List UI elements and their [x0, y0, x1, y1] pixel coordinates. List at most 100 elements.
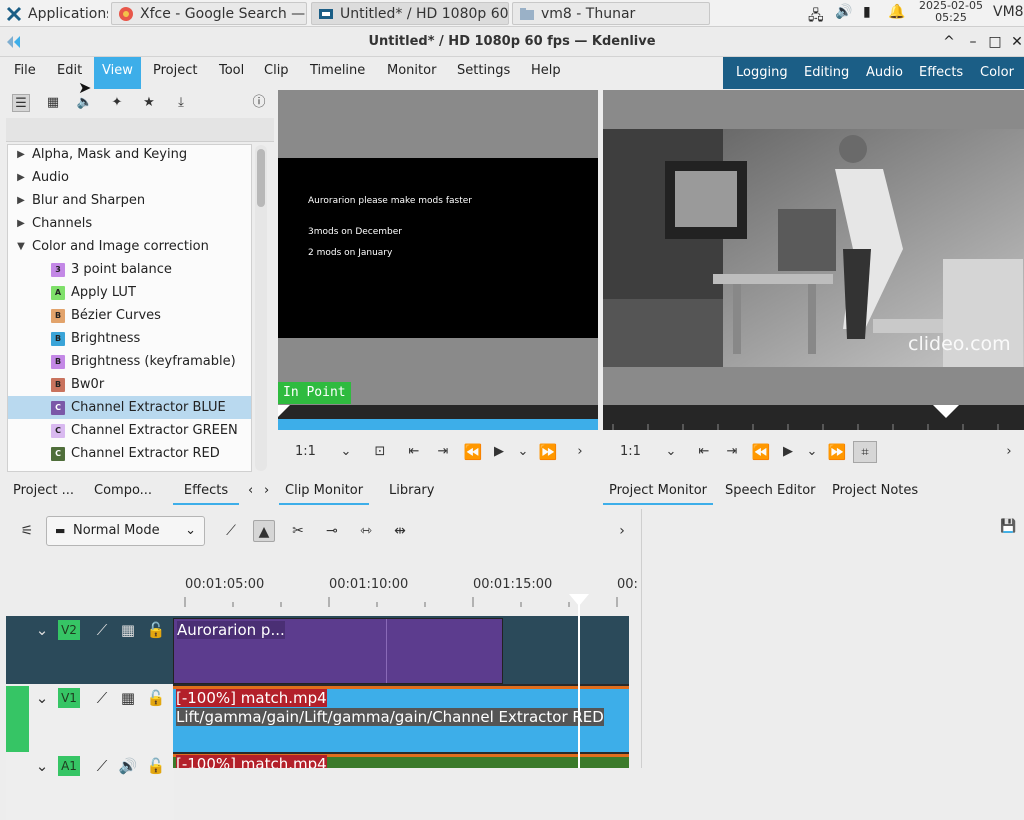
- lock-icon[interactable]: 🔓: [146, 620, 166, 640]
- menu-help[interactable]: Help: [523, 57, 569, 85]
- maximize-button[interactable]: □: [986, 33, 1004, 51]
- lock-icon[interactable]: 🔓: [146, 756, 166, 776]
- keep-above-button[interactable]: ^: [940, 33, 958, 51]
- chevron-down-icon[interactable]: ⌄: [339, 441, 353, 463]
- layout-logging[interactable]: Logging: [736, 57, 788, 89]
- download-icon[interactable]: ⤓: [172, 94, 190, 112]
- tab-compositions[interactable]: Compo...: [88, 479, 158, 505]
- minimize-button[interactable]: –: [964, 33, 982, 51]
- timeline-clip-a1[interactable]: [-100%] match.mp4: [173, 754, 629, 768]
- set-out-icon[interactable]: ⇥: [723, 441, 741, 463]
- razor-tool-icon[interactable]: ✂: [287, 520, 309, 542]
- set-in-icon[interactable]: ⇤: [405, 441, 423, 463]
- project-monitor[interactable]: clideo.com: [603, 90, 1024, 430]
- video-effects-icon[interactable]: ▦: [44, 94, 62, 112]
- task-kdenlive[interactable]: Untitled* / HD 1080p 60...: [311, 2, 509, 25]
- custom-effects-icon[interactable]: ✦: [108, 94, 126, 112]
- menu-view[interactable]: View: [94, 57, 141, 89]
- scrollbar-thumb[interactable]: [257, 149, 265, 207]
- category-color-correction[interactable]: ▼ Color and Image correction: [8, 235, 251, 258]
- effect-item[interactable]: 3 3 point balance: [8, 258, 251, 281]
- ripple-tool-icon[interactable]: ⇹: [389, 520, 411, 542]
- info-icon[interactable]: ⓘ: [250, 94, 268, 112]
- layout-editing[interactable]: Editing: [804, 57, 849, 89]
- effects-wand-icon[interactable]: ⟋: [92, 620, 112, 640]
- menu-tool[interactable]: Tool: [211, 57, 252, 85]
- chevron-right-icon[interactable]: ›: [573, 441, 587, 463]
- menu-settings[interactable]: Settings: [449, 57, 518, 85]
- timeline-playhead[interactable]: [578, 598, 580, 768]
- clip-zoom-value[interactable]: 1:1: [295, 441, 316, 463]
- tab-speech-editor[interactable]: Speech Editor: [719, 479, 822, 505]
- chevron-right-icon[interactable]: ›: [611, 520, 633, 542]
- crop-icon[interactable]: ⌗: [853, 441, 877, 463]
- effect-item[interactable]: B Brightness: [8, 327, 251, 350]
- speaker-icon[interactable]: 🔊: [118, 756, 138, 776]
- spacer-tool-icon[interactable]: ⊸: [321, 520, 343, 542]
- fast-forward-icon[interactable]: ⏩: [537, 441, 559, 463]
- timeline-clip-v2[interactable]: Aurorarion p...: [173, 618, 503, 684]
- selection-tool-icon[interactable]: ▲: [253, 520, 275, 542]
- effects-search-input[interactable]: [6, 118, 274, 142]
- film-icon[interactable]: ▦: [118, 620, 138, 640]
- effects-wand-icon[interactable]: ⟋: [92, 756, 112, 776]
- track-header-v1[interactable]: ⌄ V1 ⟋ ▦ 🔓: [6, 684, 174, 752]
- effect-item-selected[interactable]: C Channel Extractor BLUE: [8, 396, 251, 419]
- project-zoom-value[interactable]: 1:1: [620, 441, 641, 463]
- play-icon[interactable]: ▶: [779, 441, 797, 463]
- menu-file[interactable]: File: [6, 57, 44, 85]
- network-icon[interactable]: 🖧: [808, 5, 824, 29]
- effect-item[interactable]: A Apply LUT: [8, 281, 251, 304]
- effect-item[interactable]: C Channel Extractor RED: [8, 442, 251, 465]
- collapse-chevron-icon[interactable]: ⌄: [32, 620, 52, 640]
- tab-scroll-left-icon[interactable]: ‹: [242, 479, 259, 505]
- category-audio[interactable]: ▶ Audio: [8, 166, 251, 189]
- effect-item[interactable]: C Channel Extractor GREEN: [8, 419, 251, 442]
- tab-clip-monitor[interactable]: Clip Monitor: [279, 479, 370, 505]
- snap-icon[interactable]: ⟋: [220, 520, 242, 542]
- menu-clip[interactable]: Clip: [256, 57, 297, 85]
- battery-icon[interactable]: ▮: [863, 4, 871, 20]
- playhead-marker-icon[interactable]: [933, 405, 959, 419]
- category-channels[interactable]: ▶ Channels: [8, 212, 251, 235]
- tab-scroll-right-icon[interactable]: ›: [258, 479, 275, 505]
- timeline-tracks[interactable]: Aurorarion p... [-100%] match.mp4 Lift/g…: [173, 616, 629, 768]
- set-out-icon[interactable]: ⇥: [434, 441, 452, 463]
- rewind-icon[interactable]: ⏪: [462, 441, 484, 463]
- set-in-icon[interactable]: ⇤: [695, 441, 713, 463]
- timeline-clip-v1[interactable]: [-100%] match.mp4 Lift/gamma/gain/Lift/g…: [173, 686, 629, 752]
- list-view-icon[interactable]: ☰: [12, 94, 30, 112]
- menu-monitor[interactable]: Monitor: [379, 57, 444, 85]
- track-header-v2[interactable]: ⌄ V2 ⟋ ▦ 🔓: [6, 616, 174, 684]
- rewind-icon[interactable]: ⏪: [750, 441, 772, 463]
- play-icon[interactable]: ▶: [490, 441, 508, 463]
- edit-mode-select[interactable]: ▬ Normal Mode ⌄: [46, 516, 205, 546]
- category-alpha[interactable]: ▶ Alpha, Mask and Keying: [8, 145, 251, 166]
- task-thunar[interactable]: vm8 - Thunar: [512, 2, 710, 25]
- playhead-knob-icon[interactable]: [569, 594, 589, 606]
- effect-item[interactable]: B Bézier Curves: [8, 304, 251, 327]
- applications-menu[interactable]: Applications: [0, 2, 108, 25]
- project-monitor-ruler[interactable]: [603, 405, 1024, 430]
- layout-effects[interactable]: Effects: [919, 57, 963, 89]
- effects-scrollbar[interactable]: [255, 145, 267, 471]
- effect-item[interactable]: B Brightness (keyframable): [8, 350, 251, 373]
- chevron-down-icon[interactable]: ⌄: [805, 441, 819, 463]
- category-blur[interactable]: ▶ Blur and Sharpen: [8, 189, 251, 212]
- fit-zone-icon[interactable]: ⊡: [371, 441, 389, 463]
- effect-item[interactable]: B Bw0r: [8, 373, 251, 396]
- clip-monitor-ruler[interactable]: [278, 405, 606, 430]
- fast-forward-icon[interactable]: ⏩: [826, 441, 848, 463]
- menu-timeline[interactable]: Timeline: [302, 57, 373, 85]
- track-header-a1[interactable]: ⌄ A1 ⟋ 🔊 🔓: [6, 752, 174, 820]
- close-button[interactable]: ✕: [1008, 33, 1024, 51]
- audio-effects-icon[interactable]: 🔈: [76, 94, 94, 112]
- clock[interactable]: 2025-02-05 05:25: [916, 0, 986, 24]
- lock-icon[interactable]: 🔓: [146, 688, 166, 708]
- effects-wand-icon[interactable]: ⟋: [92, 688, 112, 708]
- chevron-down-icon[interactable]: ⌄: [664, 441, 678, 463]
- tab-library[interactable]: Library: [383, 479, 440, 505]
- timeline-settings-icon[interactable]: ⚟: [16, 520, 38, 542]
- collapse-chevron-icon[interactable]: ⌄: [32, 688, 52, 708]
- tab-project-notes[interactable]: Project Notes: [826, 479, 924, 505]
